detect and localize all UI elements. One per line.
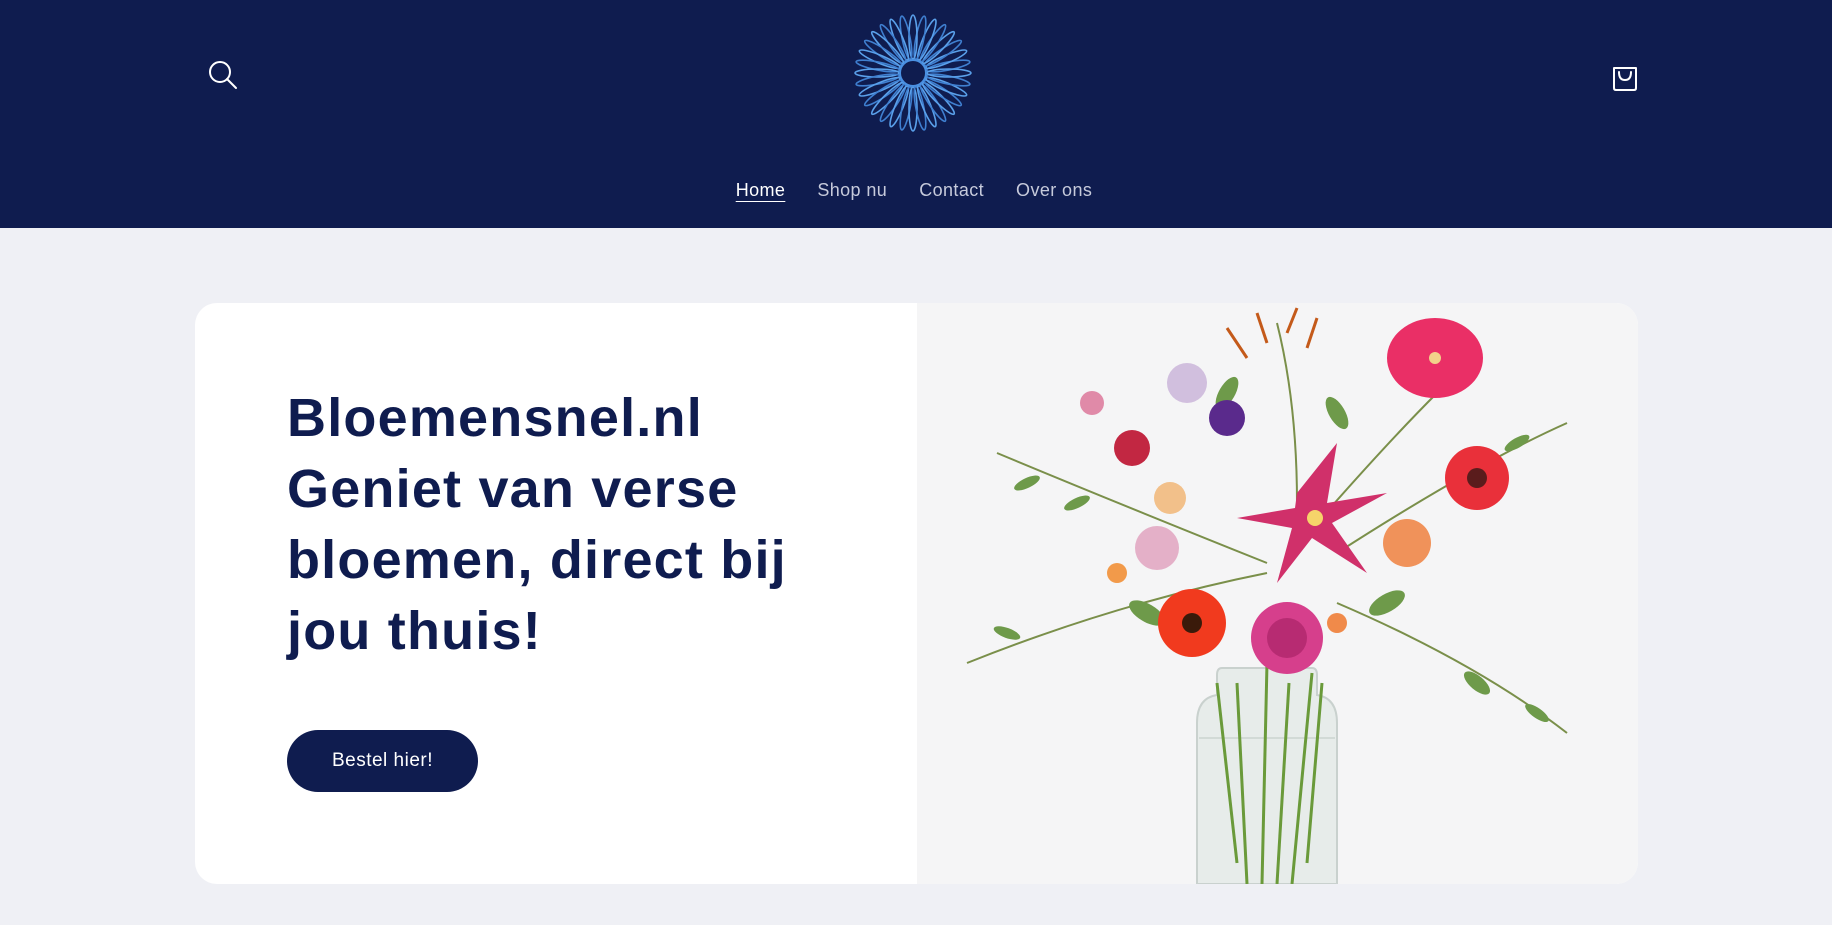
hero-heading-line: Bloemensnel.nl xyxy=(287,388,703,448)
search-button[interactable] xyxy=(204,56,242,94)
logo-petal xyxy=(899,85,913,131)
nav-contact[interactable]: Contact xyxy=(919,176,984,206)
cart-icon xyxy=(1613,67,1637,91)
logo-petal xyxy=(913,85,927,131)
site-header: Home Shop nu Contact Over ons xyxy=(0,0,1832,228)
order-button[interactable]: Bestel hier! xyxy=(287,730,478,792)
logo-petal xyxy=(855,59,901,73)
cart-button[interactable] xyxy=(1604,54,1646,96)
hero-heading: Bloemensnel.nl Geniet van verse bloemen,… xyxy=(287,383,847,667)
hero-heading-line: jou thuis! xyxy=(287,601,542,661)
flower-bouquet-image xyxy=(917,303,1638,884)
search-icon xyxy=(209,61,237,89)
hero-heading-line: bloemen, direct bij xyxy=(287,530,787,590)
nav-shop-nu[interactable]: Shop nu xyxy=(817,176,887,206)
logo-petal xyxy=(925,73,971,87)
nav-home[interactable]: Home xyxy=(736,176,786,206)
hero-banner: Bloemensnel.nl Geniet van verse bloemen,… xyxy=(195,303,1638,884)
logo-petal xyxy=(925,59,971,73)
main-navigation: Home Shop nu Contact Over ons xyxy=(0,176,1830,206)
hero-heading-line: Geniet van verse xyxy=(287,459,739,519)
logo-petal xyxy=(899,15,913,61)
daisy-flower-logo xyxy=(854,14,972,132)
nav-over-ons[interactable]: Over ons xyxy=(1016,176,1092,206)
logo-petal xyxy=(913,15,927,61)
logo-petal xyxy=(855,73,901,87)
site-logo[interactable] xyxy=(848,10,978,136)
